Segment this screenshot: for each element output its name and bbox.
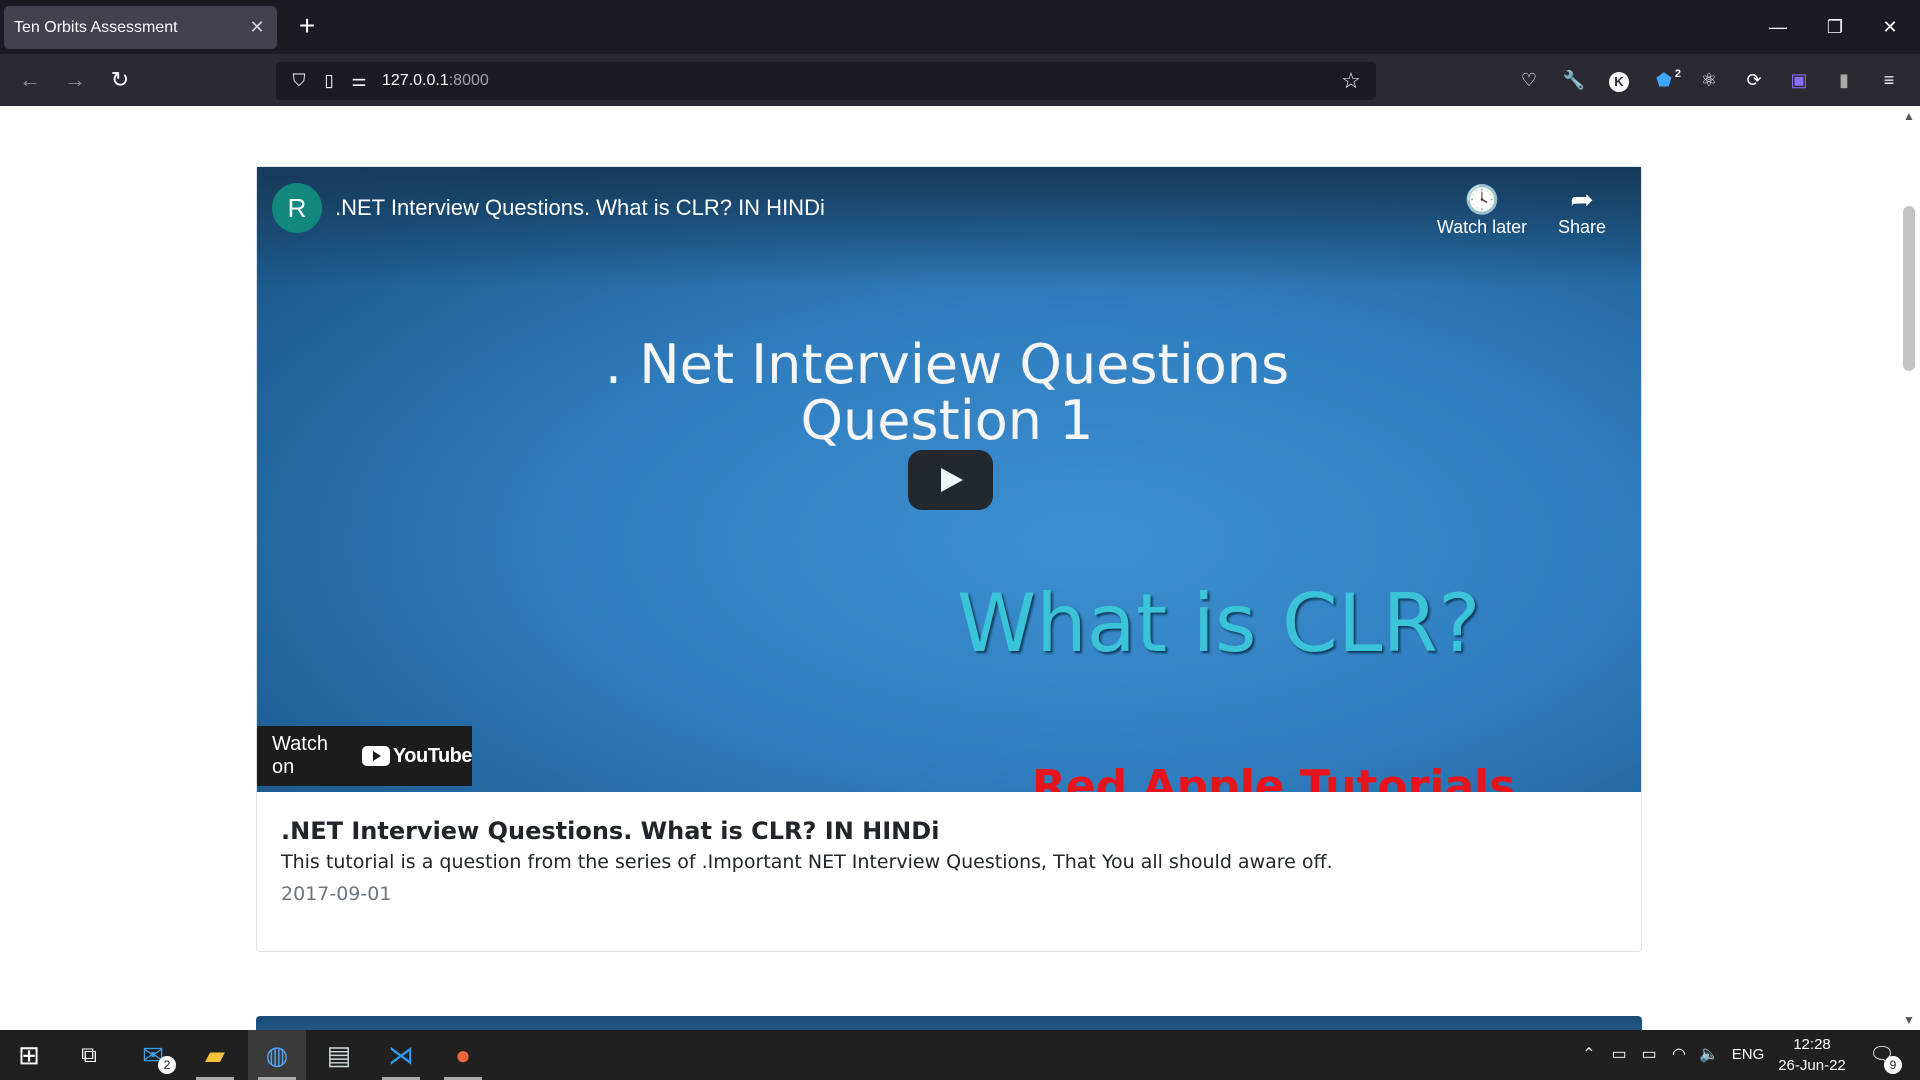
thumbnail-line2: Question 1 bbox=[800, 389, 1094, 452]
navigation-bar: ← → ↻ ⛉ ▯ ⚌ 127.0.0.1:8000 ☆ ♡ 🔧 K ⬟ 2 ⚛ … bbox=[0, 54, 1920, 106]
notification-count: 9 bbox=[1884, 1056, 1902, 1074]
share-icon: ➦ bbox=[1570, 184, 1594, 215]
youtube-logo: YouTube bbox=[361, 744, 473, 768]
show-hidden-icons-icon[interactable]: ⌃ bbox=[1575, 1030, 1603, 1080]
url-host: 127.0.0.1 bbox=[382, 72, 449, 89]
app-icon[interactable]: ▤ bbox=[310, 1030, 368, 1080]
restore-icon[interactable]: ❐ bbox=[1815, 12, 1855, 42]
page-content: . Net Interview Questions Question 1 Wha… bbox=[0, 106, 1898, 1030]
k-extension-icon[interactable]: K bbox=[1604, 65, 1634, 95]
firefox-icon[interactable]: ◍ bbox=[248, 1030, 306, 1080]
watch-on-label: Watch on bbox=[272, 733, 328, 778]
windows-start-icon[interactable]: ⊞ bbox=[0, 1030, 58, 1080]
puzzle-extension-icon[interactable]: ▣ bbox=[1784, 65, 1814, 95]
connection-icon[interactable]: ⚌ bbox=[344, 66, 374, 96]
share-button[interactable]: ➦ Share bbox=[1527, 183, 1637, 238]
card-date: 2017-09-01 bbox=[281, 883, 392, 905]
url-text[interactable]: 127.0.0.1:8000 bbox=[382, 72, 489, 90]
forward-icon[interactable]: → bbox=[59, 64, 91, 96]
next-video-card[interactable] bbox=[256, 1016, 1642, 1030]
tab-title: Ten Orbits Assessment bbox=[14, 18, 178, 36]
extension-badge-icon[interactable]: ⬟ 2 bbox=[1649, 65, 1681, 95]
reload-icon[interactable]: ↻ bbox=[104, 64, 136, 96]
card-description: This tutorial is a question from the ser… bbox=[281, 851, 1333, 873]
mail-app-icon[interactable]: ✉ 2 bbox=[124, 1030, 182, 1080]
scroll-thumb[interactable] bbox=[1903, 206, 1915, 371]
thumbnail-brand-text: Red Apple Tutorials bbox=[1032, 761, 1516, 792]
share-label: Share bbox=[1557, 217, 1607, 237]
file-explorer-icon[interactable]: ▰ bbox=[186, 1030, 244, 1080]
wrench-icon[interactable]: 🔧 bbox=[1559, 65, 1589, 95]
pocket-icon[interactable]: ♡ bbox=[1514, 65, 1544, 95]
battery-icon[interactable]: ▭ bbox=[1635, 1030, 1663, 1080]
task-view-icon[interactable]: ⧉ bbox=[60, 1030, 118, 1080]
minimize-icon[interactable]: — bbox=[1758, 12, 1798, 42]
system-clock[interactable]: 12:28 26-Jun-22 bbox=[1770, 1034, 1854, 1076]
url-bar[interactable]: ⛉ ▯ ⚌ 127.0.0.1:8000 ☆ bbox=[276, 62, 1376, 100]
clock-icon: 🕓 bbox=[1464, 184, 1500, 215]
channel-avatar[interactable]: R bbox=[272, 183, 322, 233]
youtube-logo-text: YouTube bbox=[392, 744, 473, 767]
watch-later-button[interactable]: 🕓 Watch later bbox=[1427, 183, 1537, 238]
tab-bar: Ten Orbits Assessment ✕ + — ❐ ✕ bbox=[0, 0, 1920, 54]
notification-center-icon[interactable]: 🗨 9 bbox=[1862, 1030, 1902, 1080]
extension-badge-count: 2 bbox=[1674, 68, 1681, 80]
scroll-up-arrow-icon[interactable]: ▲ bbox=[1898, 106, 1920, 126]
video-title-link[interactable]: .NET Interview Questions. What is CLR? I… bbox=[335, 195, 825, 221]
bookmark-star-icon[interactable]: ☆ bbox=[1336, 66, 1366, 96]
watch-on-youtube-button[interactable]: Watch on YouTube bbox=[257, 726, 473, 786]
vscode-icon[interactable]: ⋊ bbox=[372, 1030, 430, 1080]
close-icon[interactable]: ✕ bbox=[247, 17, 267, 38]
tab-ten-orbits[interactable]: Ten Orbits Assessment ✕ bbox=[4, 6, 277, 49]
thumbnail-line1: . Net Interview Questions bbox=[604, 333, 1290, 396]
page-scrollbar[interactable]: ▲ ▼ bbox=[1898, 106, 1920, 1030]
thumbnail-clr-text: What is CLR? bbox=[957, 577, 1481, 670]
meet-now-icon[interactable]: ▭ bbox=[1605, 1030, 1633, 1080]
clock-time: 12:28 bbox=[1793, 1036, 1831, 1053]
youtube-play-icon bbox=[361, 746, 390, 766]
watch-later-label: Watch later bbox=[1436, 217, 1528, 237]
clock-date: 26-Jun-22 bbox=[1778, 1057, 1846, 1074]
menu-icon[interactable]: ≡ bbox=[1874, 65, 1904, 95]
sync-icon[interactable]: ⟳ bbox=[1739, 65, 1769, 95]
postman-icon[interactable]: ● bbox=[434, 1030, 492, 1080]
close-window-icon[interactable]: ✕ bbox=[1870, 12, 1910, 42]
card-title: .NET Interview Questions. What is CLR? I… bbox=[281, 817, 940, 845]
back-icon[interactable]: ← bbox=[14, 64, 46, 96]
extension-grey-icon[interactable]: ▮ bbox=[1829, 65, 1859, 95]
volume-icon[interactable]: 🔈 bbox=[1695, 1030, 1723, 1080]
language-indicator[interactable]: ENG bbox=[1728, 1030, 1768, 1080]
windows-taskbar: ⊞ ⧉ ✉ 2 ▰ ◍ ▤ ⋊ ● ⌃ ▭ ▭ ◠ 🔈 ENG 12:28 26-… bbox=[0, 1030, 1920, 1080]
card-body: .NET Interview Questions. What is CLR? I… bbox=[281, 817, 1621, 905]
play-button[interactable] bbox=[908, 450, 993, 510]
video-card: . Net Interview Questions Question 1 Wha… bbox=[256, 166, 1642, 952]
react-devtools-icon[interactable]: ⚛ bbox=[1694, 65, 1724, 95]
youtube-embed[interactable]: . Net Interview Questions Question 1 Wha… bbox=[257, 167, 1641, 792]
new-tab-button[interactable]: + bbox=[292, 12, 322, 42]
wifi-icon[interactable]: ◠ bbox=[1665, 1030, 1693, 1080]
shield-icon[interactable]: ⛉ bbox=[284, 66, 314, 96]
url-port: :8000 bbox=[448, 72, 489, 89]
scroll-down-arrow-icon[interactable]: ▼ bbox=[1898, 1010, 1920, 1030]
mail-badge: 2 bbox=[158, 1056, 176, 1074]
page-icon[interactable]: ▯ bbox=[314, 66, 344, 96]
